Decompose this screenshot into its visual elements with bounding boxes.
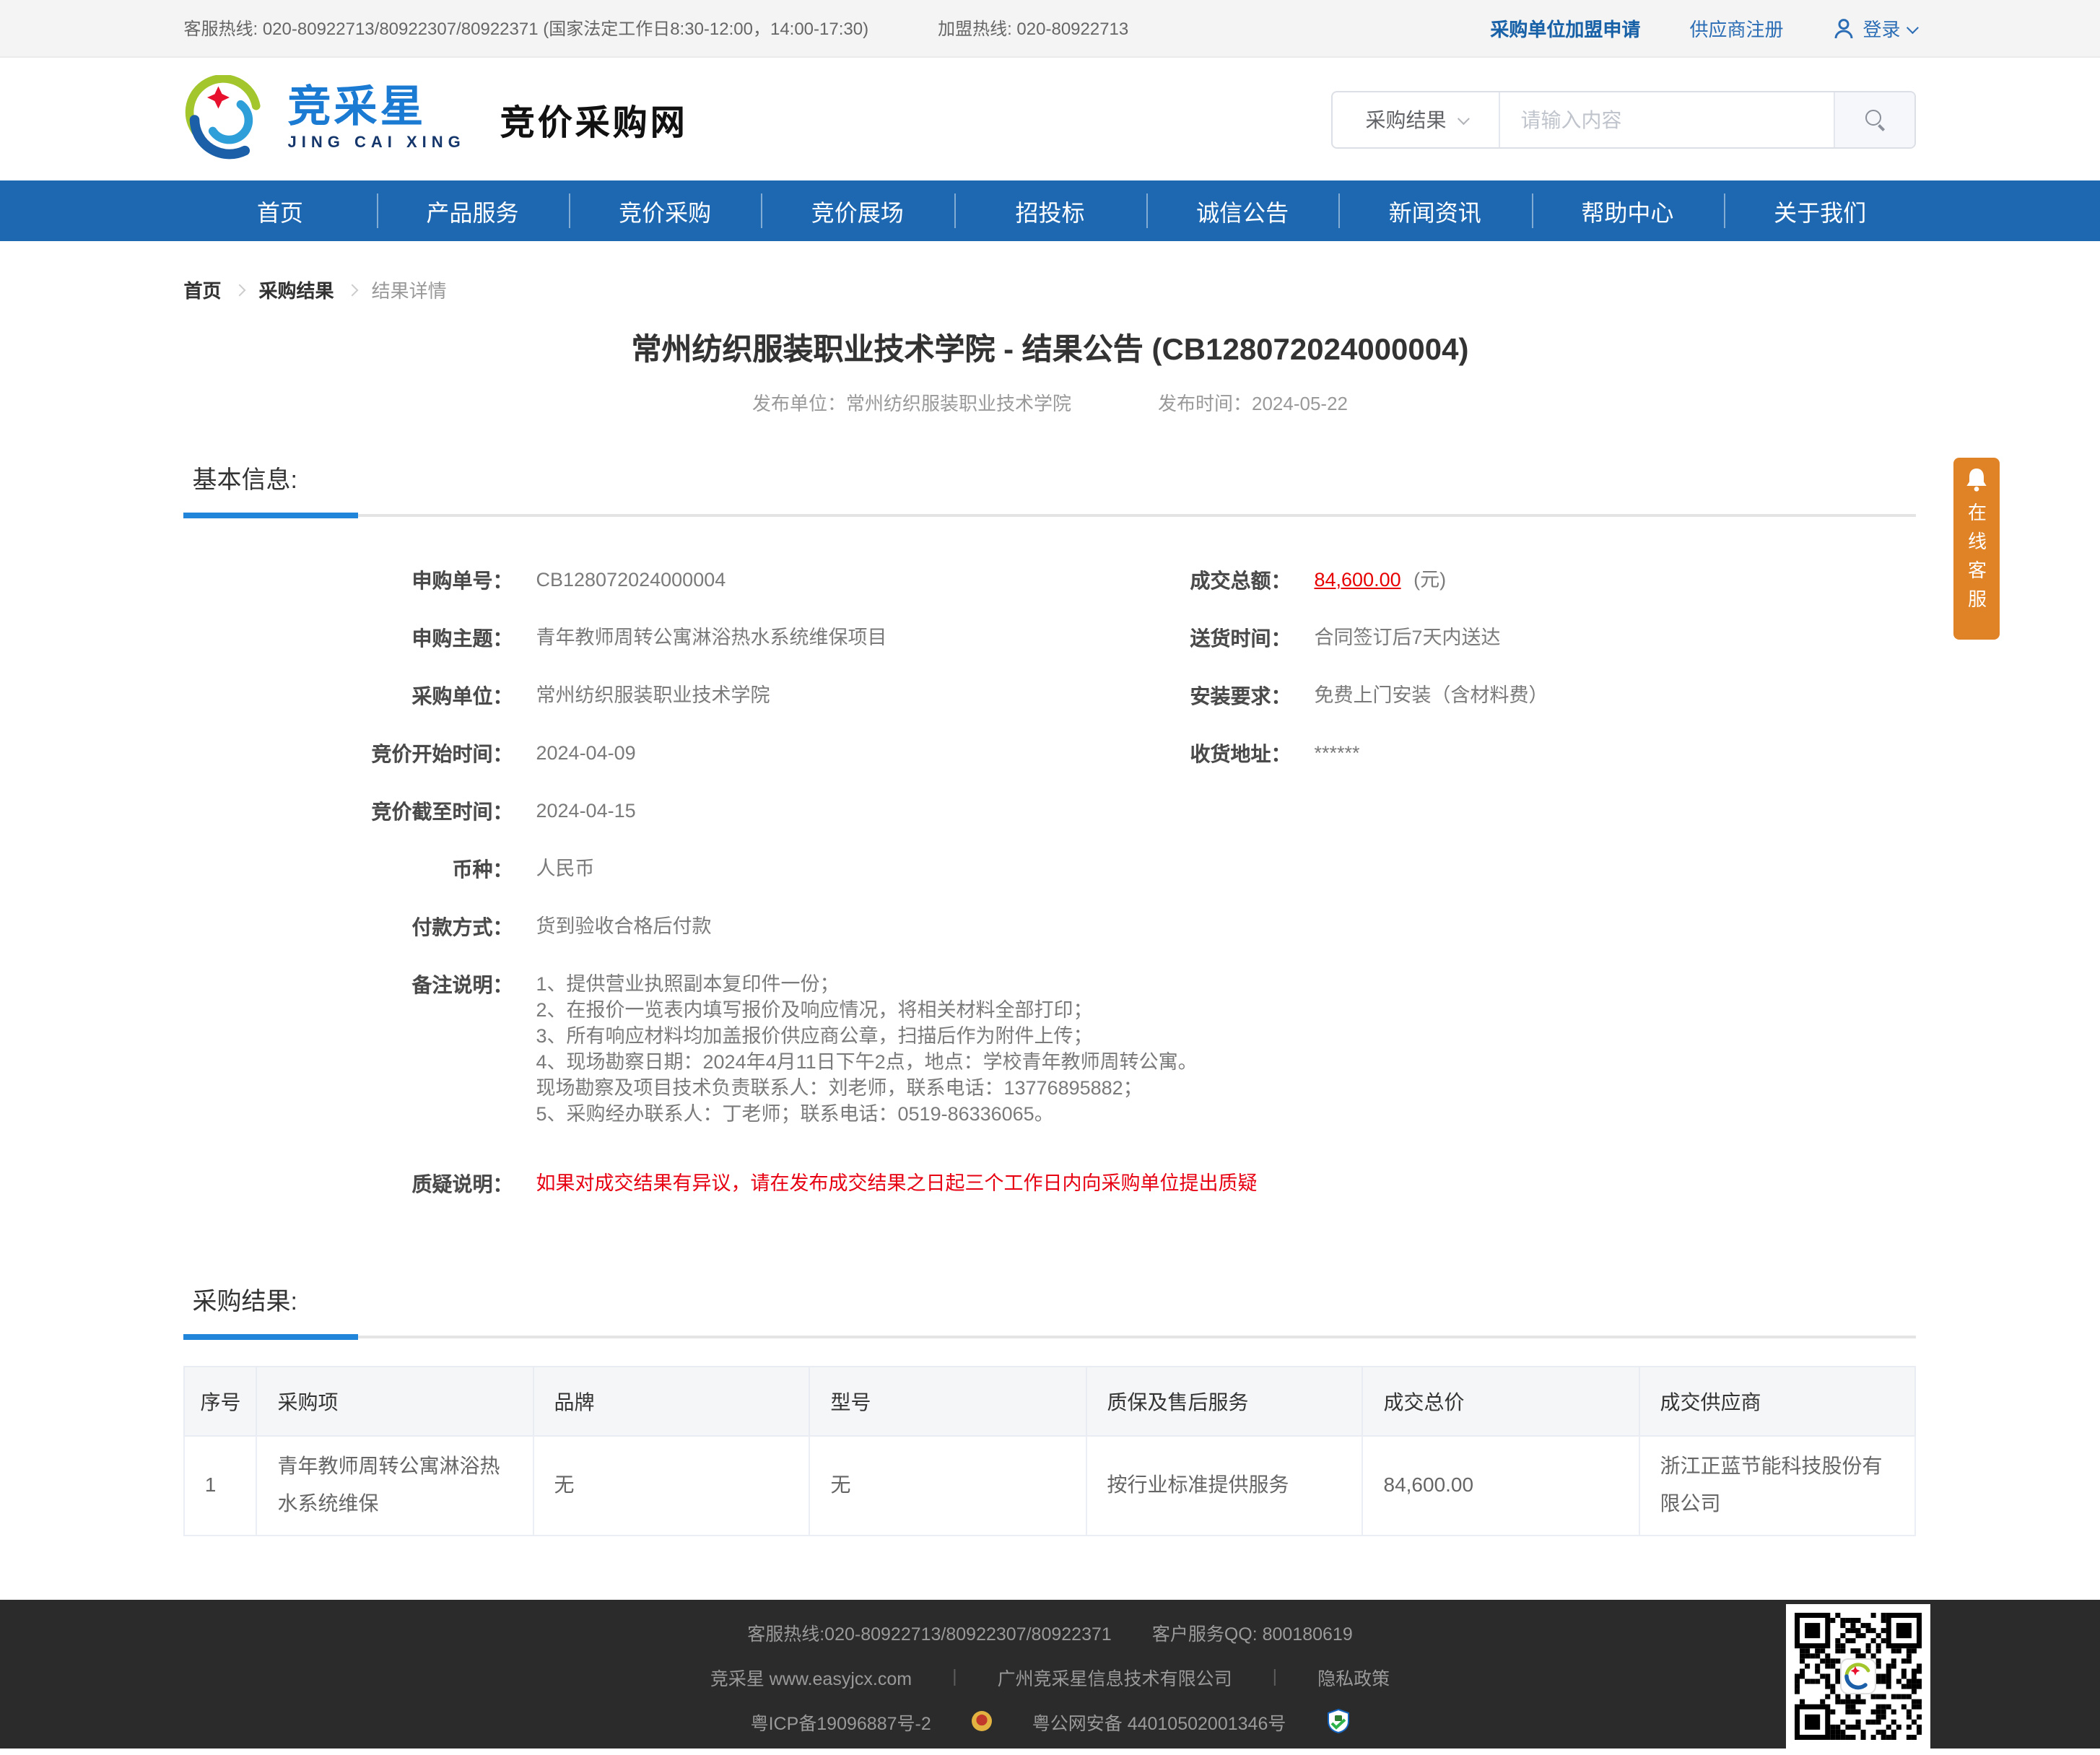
chevron-right-icon — [234, 283, 247, 296]
main-content: 首页 采购结果 结果详情 常州纺织服装职业技术学院 - 结果公告 (CB1280… — [183, 276, 1917, 1671]
footer-hotline: 客服热线:020-80922713/80922307/80922371 — [747, 1624, 1112, 1644]
field-total-amount: 成交总额： 84,600.00 (元) — [1190, 569, 1447, 592]
police-badge-icon — [971, 1711, 992, 1731]
field-install-req: 安装要求： 免费上门安装（含材料费） — [1190, 684, 1548, 707]
total-amount-link[interactable]: 84,600.00 — [1315, 569, 1401, 591]
field-start-time: 竞价开始时间： 2024-04-09 — [371, 742, 636, 765]
remark-line: 1、提供营业执照副本复印件一份； — [536, 973, 840, 995]
service-hotline: 客服热线: 020-80922713/80922307/80922371 (国家… — [183, 19, 869, 39]
user-icon — [1834, 18, 1853, 38]
ssl-shield-icon — [1327, 1708, 1349, 1734]
remark-line: 4、现场勘察日期：2024年4月11日下午2点，地点：学校青年教师周转公寓。 — [536, 1051, 1198, 1073]
nav-item-integrity[interactable]: 诚信公告 — [1146, 180, 1339, 241]
remark-line: 3、所有响应材料均加盖报价供应商公章，扫描后作为附件上传； — [536, 1025, 1093, 1047]
nav-item-products[interactable]: 产品服务 — [376, 180, 569, 241]
field-order-no: 申购单号： CB128072024000004 — [411, 569, 726, 592]
chevron-down-icon — [1907, 21, 1920, 34]
nav-item-bidding[interactable]: 竞价采购 — [568, 180, 762, 241]
basic-info-right-column: 成交总额： 84,600.00 (元) 送货时间： 合同签订后7天内送达 安装要… — [1170, 567, 1548, 798]
brand-name: 竞采星 — [287, 84, 427, 131]
field-purchaser: 采购单位： 常州纺织服装职业技术学院 — [411, 684, 770, 707]
page-title: 常州纺织服装职业技术学院 - 结果公告 (CB128072024000004) — [631, 334, 1469, 367]
brand-swirl-icon — [186, 74, 261, 159]
search-icon — [1864, 108, 1887, 131]
remark-line: 5、采购经办联系人：丁老师；联系电话：0519-86336065。 — [536, 1103, 1054, 1125]
footer-icp-link[interactable]: 粤ICP备19096887号-2 — [751, 1707, 931, 1735]
search-input[interactable] — [1500, 92, 1834, 147]
nav-item-home[interactable]: 首页 — [184, 180, 377, 241]
field-remarks: 备注说明： 1、提供营业执照副本复印件一份； 2、在报价一览表内填写报价及响应情… — [184, 972, 1917, 1128]
breadcrumb-home[interactable]: 首页 — [184, 276, 222, 303]
online-service-badge[interactable]: 在线客服 — [1953, 458, 1999, 640]
site-header: 竞采星 JING CAI XING 竞价采购网 采购结果 — [0, 58, 2100, 180]
nav-item-about[interactable]: 关于我们 — [1723, 180, 1917, 241]
brand-pinyin: JING CAI XING — [287, 134, 466, 152]
breadcrumb-current: 结果详情 — [371, 280, 447, 302]
footer-site-link[interactable]: 竞采星 www.easyjcx.com — [710, 1663, 912, 1690]
login-link[interactable]: 登录 — [1832, 14, 1920, 42]
footer-company: 广州竞采星信息技术有限公司 — [997, 1668, 1232, 1689]
publish-time: 发布时间：2024-05-22 — [1158, 393, 1348, 414]
join-hotline: 加盟热线: 020-80922713 — [938, 19, 1129, 39]
page: 客服热线: 020-80922713/80922307/80922371 (国家… — [0, 0, 2100, 1748]
table-header-row: 序号 采购项 品牌 型号 质保及售后服务 成交总价 成交供应商 — [183, 1366, 1917, 1437]
nav-item-tender[interactable]: 招投标 — [954, 180, 1146, 241]
result-section-title: 采购结果: — [192, 1288, 297, 1315]
main-nav: 首页 产品服务 竞价采购 竞价展场 招投标 诚信公告 新闻资讯 帮助中心 关于我… — [0, 180, 2100, 241]
remark-line: 2、在报价一览表内填写报价及响应情况，将相关材料全部打印； — [536, 999, 1093, 1021]
section-divider — [183, 1334, 1917, 1340]
footer-privacy-link[interactable]: 隐私政策 — [1317, 1663, 1390, 1690]
field-end-time: 竞价截至时间： 2024-04-15 — [371, 800, 636, 823]
footer: 客服热线:020-80922713/80922307/80922371 客户服务… — [0, 1599, 2100, 1748]
field-delivery-time: 送货时间： 合同签订后7天内送达 — [1190, 627, 1501, 650]
bell-icon — [1966, 469, 1986, 492]
field-challenge: 质疑说明： 如果对成交结果有异议，请在发布成交结果之日起三个工作日内向采购单位提… — [411, 1172, 1258, 1196]
chevron-down-icon — [1457, 112, 1470, 125]
basic-info-section-title: 基本信息: — [192, 466, 297, 494]
result-table: 序号 采购项 品牌 型号 质保及售后服务 成交总价 成交供应商 1 青年教师周转… — [183, 1366, 1917, 1536]
supplier-register-link[interactable]: 供应商注册 — [1689, 14, 1783, 42]
challenge-notice: 如果对成交结果有异议，请在发布成交结果之日起三个工作日内向采购单位提出质疑 — [536, 1172, 1258, 1194]
search-category-select[interactable]: 采购结果 — [1333, 92, 1501, 147]
publish-unit: 发布单位：常州纺织服装职业技术学院 — [751, 393, 1071, 414]
basic-info-fields: 申购单号： CB128072024000004 申购主题： 青年教师周转公寓淋浴… — [184, 567, 1917, 1197]
online-service-label: 在线客服 — [1965, 502, 1987, 618]
top-bar: 客服热线: 020-80922713/80922307/80922371 (国家… — [0, 0, 2100, 58]
nav-item-exhibition[interactable]: 竞价展场 — [761, 180, 954, 241]
logo[interactable]: 竞采星 JING CAI XING 竞价采购网 — [184, 74, 688, 164]
field-delivery-address: 收货地址： ****** — [1190, 742, 1360, 765]
purchaser-join-link[interactable]: 采购单位加盟申请 — [1490, 14, 1640, 42]
search-button[interactable] — [1834, 92, 1915, 147]
field-payment: 付款方式： 货到验收合格后付款 — [411, 915, 712, 939]
qr-code — [1785, 1603, 1930, 1748]
footer-qq: 客户服务QQ: 800180619 — [1151, 1624, 1353, 1644]
site-name: 竞价采购网 — [500, 104, 688, 143]
breadcrumb-results[interactable]: 采购结果 — [259, 276, 334, 303]
field-currency: 币种： 人民币 — [452, 858, 595, 881]
field-subject: 申购主题： 青年教师周转公寓淋浴热水系统维保项目 — [411, 627, 887, 650]
chevron-right-icon — [347, 283, 360, 296]
section-divider — [183, 513, 1917, 518]
nav-item-news[interactable]: 新闻资讯 — [1338, 180, 1531, 241]
table-row: 1 青年教师周转公寓淋浴热水系统维保 无 无 按行业标准提供服务 84,600.… — [183, 1435, 1917, 1536]
footer-police-link[interactable]: 粤公网安备 44010502001346号 — [1032, 1707, 1286, 1735]
remark-line: 现场勘察及项目技术负责联系人：刘老师，联系电话：13776895882； — [536, 1077, 1143, 1099]
nav-item-help[interactable]: 帮助中心 — [1531, 180, 1724, 241]
breadcrumb: 首页 采购结果 结果详情 — [184, 276, 1917, 303]
search-bar: 采购结果 — [1331, 90, 1917, 148]
